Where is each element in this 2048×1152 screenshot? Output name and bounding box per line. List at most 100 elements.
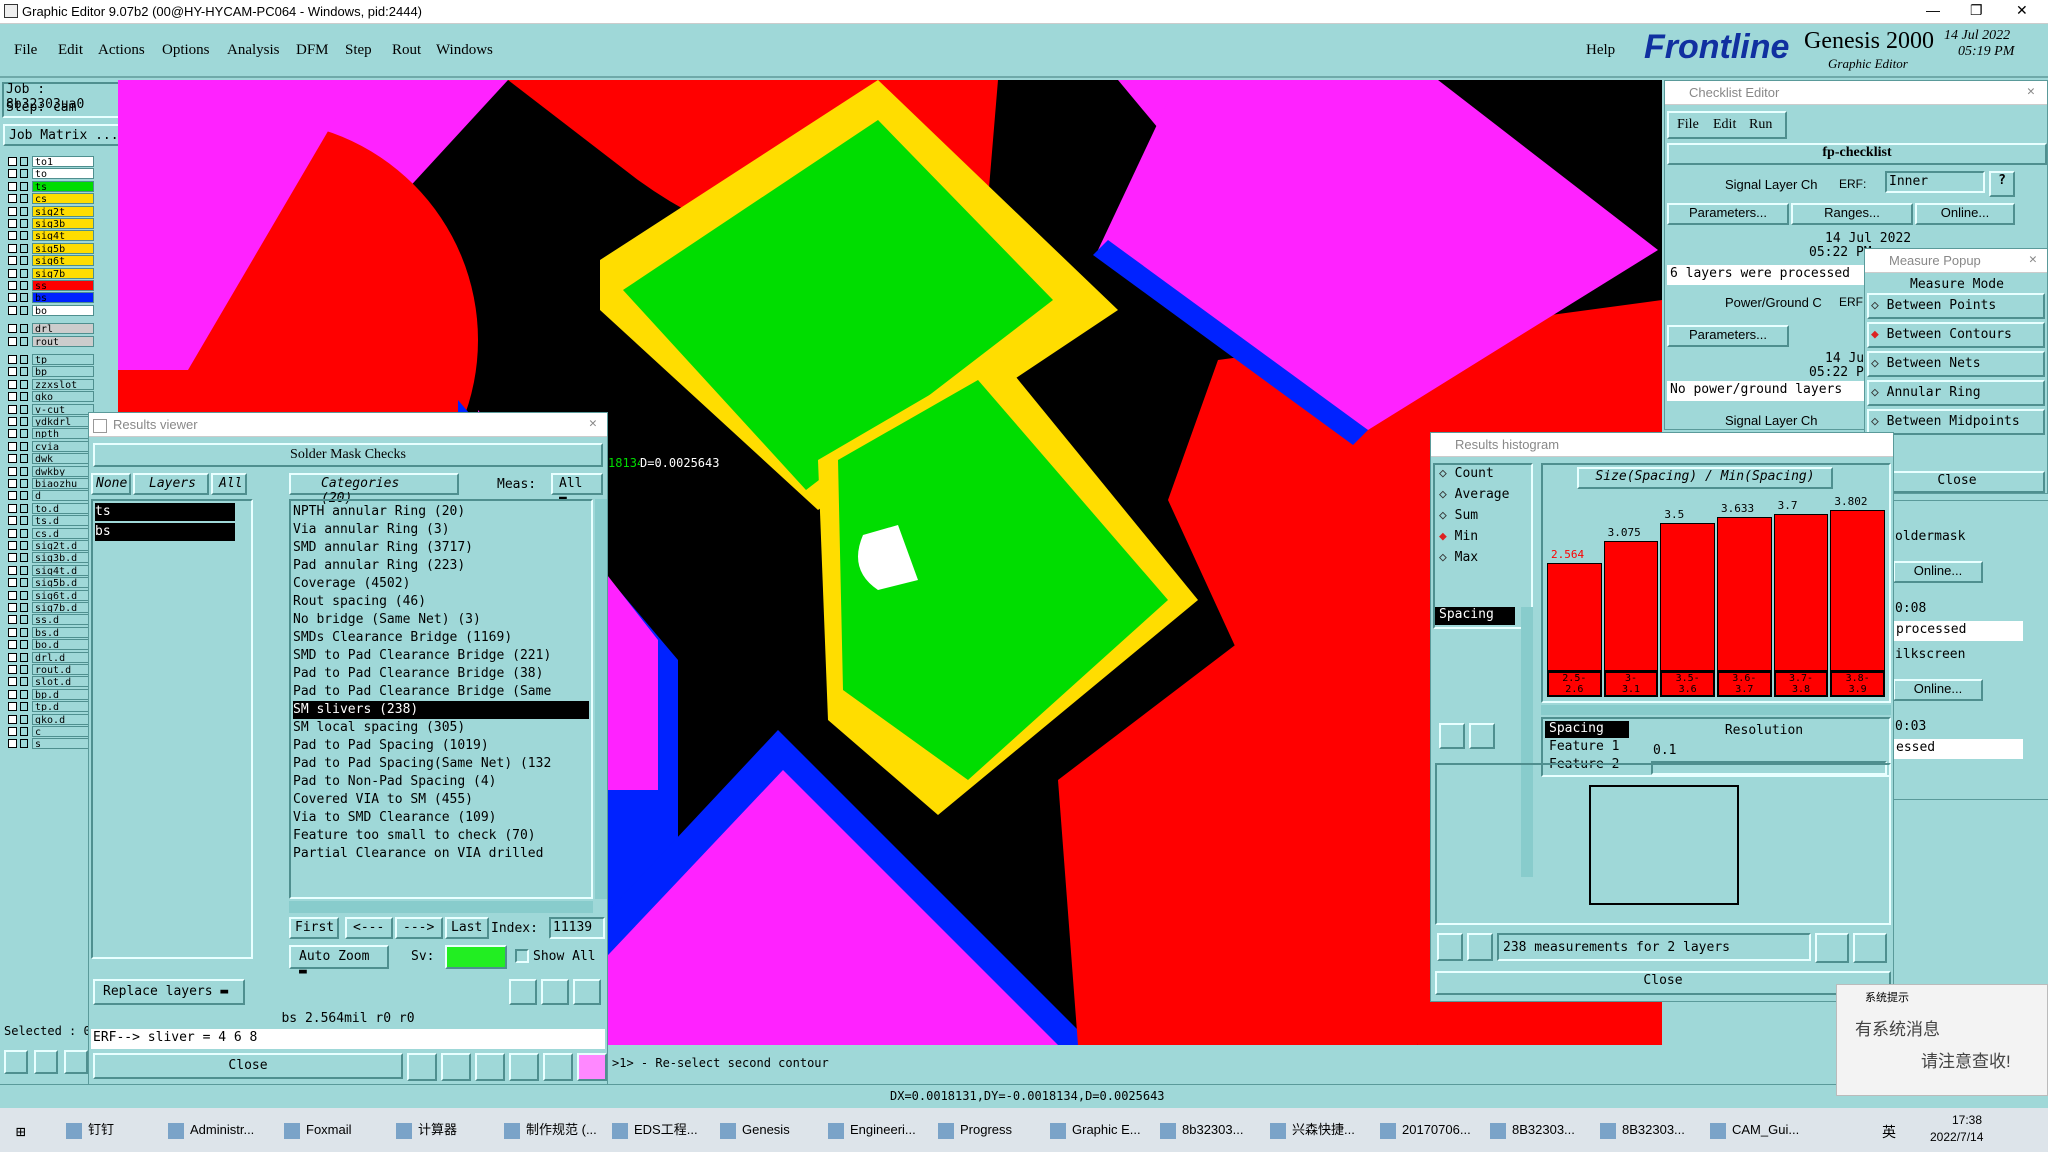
layer-name[interactable]: sig4t.d xyxy=(32,564,94,576)
sv-color-select[interactable] xyxy=(445,945,507,969)
help-button[interactable]: ? xyxy=(1989,171,2015,197)
layer-row[interactable]: to xyxy=(4,168,116,180)
category-item[interactable]: Pad to Pad Clearance Bridge (Same xyxy=(293,683,589,701)
stat-option[interactable]: ◆ Min xyxy=(1435,528,1531,549)
layer-name[interactable]: rout.d xyxy=(32,664,94,675)
layer-checkbox[interactable] xyxy=(8,441,17,451)
menu-options[interactable]: Options xyxy=(162,42,210,59)
layer-name[interactable]: tp.d xyxy=(32,701,94,713)
layer-name[interactable]: ts.d xyxy=(32,515,94,527)
layer-row[interactable]: tp xyxy=(4,354,116,366)
layer-name[interactable]: dwk xyxy=(32,453,94,465)
erf-input[interactable]: Inner xyxy=(1885,171,1985,193)
layer-name[interactable]: zzxslot xyxy=(32,378,94,390)
layer-name[interactable]: v-cut xyxy=(32,403,94,415)
layer-name[interactable]: gko.d xyxy=(32,713,94,725)
layer-name[interactable]: dwkby xyxy=(32,465,94,477)
layer-name[interactable]: cvia xyxy=(32,440,94,452)
layer-checkbox[interactable] xyxy=(8,603,17,612)
layer-row[interactable]: bs xyxy=(4,292,116,304)
index-input[interactable]: 11139 xyxy=(549,917,605,939)
layer-name[interactable]: ts xyxy=(32,180,94,192)
layer-color-swatch[interactable] xyxy=(20,665,28,674)
layer-name[interactable]: cs xyxy=(32,193,94,205)
none-button[interactable]: None xyxy=(91,473,131,495)
delete-icon[interactable] xyxy=(509,979,537,1005)
taskbar-item[interactable]: 8B32303... xyxy=(1600,1116,1704,1144)
layer-checkbox[interactable] xyxy=(8,355,17,364)
layer-checkbox[interactable] xyxy=(8,305,17,315)
result-layer-bs[interactable]: bs xyxy=(95,523,235,541)
layer-name[interactable]: ss xyxy=(32,280,94,291)
parameters-button[interactable]: Parameters... xyxy=(1667,203,1789,225)
tool-icon-5[interactable] xyxy=(543,1053,573,1081)
category-item[interactable]: Pad to Pad Clearance Bridge (38) xyxy=(293,665,589,683)
layer-name[interactable]: rout xyxy=(32,335,94,347)
layer-color-swatch[interactable] xyxy=(20,714,28,724)
layer-name[interactable]: bp.d xyxy=(32,688,94,700)
layer-checkbox[interactable] xyxy=(8,243,17,253)
layer-checkbox[interactable] xyxy=(8,293,17,303)
start-icon[interactable]: ⊞ xyxy=(16,1122,26,1141)
layer-row[interactable]: cs xyxy=(4,193,116,205)
layer-checkbox[interactable] xyxy=(8,454,17,464)
layer-color-swatch[interactable] xyxy=(20,355,28,364)
taskbar-item[interactable]: EDS工程... xyxy=(612,1116,716,1144)
layer-checkbox[interactable] xyxy=(8,665,17,674)
ranges-button[interactable]: Ranges... xyxy=(1791,203,1913,225)
refresh-icon[interactable] xyxy=(541,979,569,1005)
menu-help[interactable]: Help xyxy=(1586,42,1615,59)
layer-checkbox[interactable] xyxy=(8,256,17,266)
layer-color-swatch[interactable] xyxy=(20,404,28,414)
close-icon[interactable]: ✕ xyxy=(2016,2,2028,19)
layer-color-swatch[interactable] xyxy=(20,157,28,166)
layer-checkbox[interactable] xyxy=(8,194,17,204)
layer-color-swatch[interactable] xyxy=(20,516,28,526)
tool-icon-2[interactable] xyxy=(441,1053,471,1081)
checklist-menu-edit[interactable]: Edit xyxy=(1713,117,1736,133)
chart-hscroll[interactable] xyxy=(1541,705,1891,715)
clock-date[interactable]: 2022/7/14 xyxy=(1930,1130,1983,1144)
menu-windows[interactable]: Windows xyxy=(436,42,493,59)
layer-checkbox[interactable] xyxy=(8,181,17,191)
layer-color-swatch[interactable] xyxy=(20,565,28,575)
delete-icon[interactable] xyxy=(1439,723,1465,749)
minimize-icon[interactable]: — xyxy=(1926,2,1940,18)
refresh-icon[interactable] xyxy=(1469,723,1495,749)
layer-name[interactable]: slot.d xyxy=(32,676,94,688)
layer-checkbox[interactable] xyxy=(8,689,17,699)
layer-name[interactable]: bs xyxy=(32,292,94,304)
histogram-bar[interactable] xyxy=(1660,522,1715,671)
category-item[interactable]: Coverage (4502) xyxy=(293,575,589,593)
export-icon[interactable] xyxy=(1815,933,1849,963)
spacing-field[interactable]: Spacing xyxy=(1435,607,1515,625)
taskbar-item[interactable]: 计算器 xyxy=(396,1116,500,1144)
layer-name[interactable]: npth xyxy=(32,428,94,440)
category-item[interactable]: Pad to Pad Spacing(Same Net) (132 xyxy=(293,755,589,773)
tool-icon-3[interactable] xyxy=(475,1053,505,1081)
restore-icon[interactable]: ❐ xyxy=(1970,2,1983,19)
category-item[interactable]: Pad to Non-Pad Spacing (4) xyxy=(293,773,589,791)
layer-checkbox[interactable] xyxy=(8,392,17,402)
menu-edit[interactable]: Edit xyxy=(58,42,83,59)
taskbar-item[interactable]: 钉钉 xyxy=(66,1116,170,1144)
layer-row[interactable]: to1 xyxy=(4,156,116,168)
layer-name[interactable]: sig4t xyxy=(32,230,94,242)
category-item[interactable]: Partial Clearance on VIA drilled xyxy=(293,845,589,863)
delete-icon-2[interactable] xyxy=(1437,933,1463,961)
measure-option[interactable]: ◆ Between Contours xyxy=(1867,322,2045,348)
layer-color-swatch[interactable] xyxy=(20,379,28,389)
layer-name[interactable]: sig2t.d xyxy=(32,540,94,551)
taskbar-item[interactable]: Administr... xyxy=(168,1116,272,1144)
histogram-close-button[interactable]: Close xyxy=(1435,971,1891,995)
layer-color-swatch[interactable] xyxy=(20,491,28,501)
check-item-1[interactable]: Signal Layer Ch xyxy=(1725,177,1818,192)
layer-checkbox[interactable] xyxy=(8,714,17,724)
layer-checkbox[interactable] xyxy=(8,590,17,600)
layer-row[interactable]: sig6t xyxy=(4,255,116,267)
layer-color-swatch[interactable] xyxy=(20,479,28,488)
layer-checkbox[interactable] xyxy=(8,727,17,736)
layer-name[interactable]: tp xyxy=(32,354,94,365)
layer-checkbox[interactable] xyxy=(8,404,17,414)
layer-checkbox[interactable] xyxy=(8,491,17,501)
